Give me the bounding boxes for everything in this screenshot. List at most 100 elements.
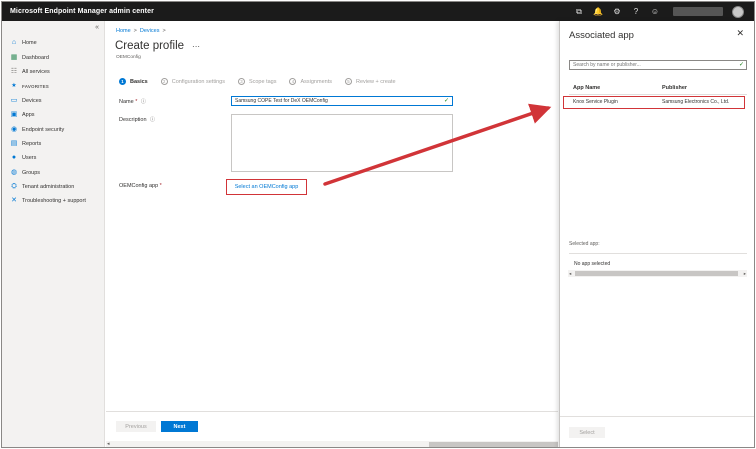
breadcrumb: Home > Devices > xyxy=(116,28,169,34)
top-bar: Microsoft Endpoint Manager admin center … xyxy=(2,2,754,21)
step-number: 4 xyxy=(289,78,297,85)
name-field[interactable] xyxy=(231,96,453,106)
select-button[interactable]: Select xyxy=(569,427,605,438)
endpoint-security-icon: ◉ xyxy=(10,125,18,133)
select-oemconfig-app-link[interactable]: Select an OEMConfig app xyxy=(226,179,307,195)
name-label-text: Name xyxy=(119,99,134,105)
scroll-left-icon[interactable]: ◂ xyxy=(107,441,110,447)
step-basics[interactable]: 1 Basics xyxy=(119,78,148,85)
breadcrumb-home[interactable]: Home xyxy=(116,28,131,34)
home-icon: ⌂ xyxy=(11,39,17,47)
no-app-selected-text: No app selected xyxy=(574,261,611,267)
sidebar: « ⌂ Home ▦ Dashboard ☷ All services ★ FA… xyxy=(2,21,105,447)
search-input[interactable] xyxy=(569,60,747,70)
step-configuration-settings[interactable]: 2 Configuration settings xyxy=(160,78,225,85)
sidebar-item-label: Dashboard xyxy=(22,54,49,61)
description-field[interactable] xyxy=(231,114,453,172)
sidebar-item-dashboard[interactable]: ▦ Dashboard xyxy=(2,50,105,64)
step-label: Configuration settings xyxy=(171,78,225,85)
horizontal-scrollbar[interactable]: ◂ xyxy=(106,441,558,447)
dashboard-icon: ▦ xyxy=(10,53,18,61)
scroll-right-icon[interactable]: ▸ xyxy=(744,270,746,277)
remote-icon[interactable]: ⧉ xyxy=(574,2,584,21)
info-icon[interactable]: ⓘ xyxy=(141,99,146,105)
page-subtitle: OEMConfig xyxy=(116,55,141,60)
sidebar-item-all-services[interactable]: ☷ All services xyxy=(2,65,105,79)
step-number: 2 xyxy=(160,78,168,85)
sidebar-item-label: Users xyxy=(22,155,37,162)
sidebar-item-endpoint-security[interactable]: ◉ Endpoint security xyxy=(2,122,105,136)
sidebar-item-home[interactable]: ⌂ Home xyxy=(2,36,105,50)
sidebar-item-users[interactable]: ● Users xyxy=(2,151,105,165)
step-number: 1 xyxy=(119,78,126,85)
step-number: 3 xyxy=(237,78,245,85)
sidebar-nav: ⌂ Home ▦ Dashboard ☷ All services ★ FAVO… xyxy=(2,36,105,209)
top-bar-icons: ⧉ 🔔 ⚙ ? ☺ xyxy=(574,2,744,21)
app-window: Microsoft Endpoint Manager admin center … xyxy=(1,1,755,448)
reports-icon: ▤ xyxy=(10,139,18,147)
scrollbar-thumb[interactable] xyxy=(575,271,738,276)
troubleshooting-icon: ✕ xyxy=(11,197,17,205)
sidebar-item-apps[interactable]: ▣ Apps xyxy=(2,108,105,122)
wizard-steps: 1 Basics 2 Configuration settings 3 Scop… xyxy=(119,78,409,85)
selected-app-label: Selected app: xyxy=(569,241,600,247)
account-name-redacted[interactable] xyxy=(673,7,723,16)
sidebar-item-label: FAVORITES xyxy=(22,83,49,89)
step-assignments[interactable]: 4 Assignments xyxy=(289,78,332,85)
app-name-cell: Knox Service Plugin xyxy=(573,99,618,105)
column-header-app-name[interactable]: App Name xyxy=(573,85,600,91)
sidebar-item-devices[interactable]: ▭ Devices xyxy=(2,94,105,108)
required-mark: * xyxy=(135,99,138,105)
sidebar-item-label: Devices xyxy=(22,97,42,104)
column-header-publisher[interactable]: Publisher xyxy=(662,85,687,91)
close-icon[interactable]: ✕ xyxy=(736,28,744,39)
sidebar-item-label: Tenant administration xyxy=(22,184,75,191)
sidebar-item-label: Endpoint security xyxy=(22,126,65,133)
valid-check-icon: ✓ xyxy=(444,98,450,104)
oemconfig-label-text: OEMConfig app xyxy=(119,183,159,189)
next-button[interactable]: Next xyxy=(161,421,198,432)
breadcrumb-devices[interactable]: Devices xyxy=(140,28,160,34)
feedback-icon[interactable]: ☺ xyxy=(650,2,660,21)
panel-title: Associated app xyxy=(569,30,634,41)
sidebar-item-label: Home xyxy=(22,40,37,47)
page-title: Create profile ··· xyxy=(115,40,200,52)
all-services-icon: ☷ xyxy=(10,67,18,75)
associated-app-panel: Associated app ✕ ✓ App Name Publisher Kn… xyxy=(559,21,754,447)
sidebar-item-label: All services xyxy=(22,68,50,75)
panel-footer: Select xyxy=(560,416,754,447)
publisher-cell: Samsung Electronics Co., Ltd. xyxy=(662,99,730,105)
sidebar-item-reports[interactable]: ▤ Reports xyxy=(2,137,105,151)
avatar[interactable] xyxy=(732,5,744,18)
name-label: Name * ⓘ xyxy=(119,98,146,105)
groups-icon: ◍ xyxy=(10,168,18,176)
tenant-admin-icon: ⛭ xyxy=(11,183,17,191)
more-options-icon[interactable]: ··· xyxy=(192,42,200,51)
table-row[interactable]: Knox Service Plugin Samsung Electronics … xyxy=(563,96,745,109)
star-icon: ★ xyxy=(11,83,17,90)
sidebar-item-label: Troubleshooting + support xyxy=(22,198,86,205)
collapse-sidebar-icon[interactable]: « xyxy=(95,24,99,31)
step-scope-tags[interactable]: 3 Scope tags xyxy=(237,78,276,85)
gear-icon[interactable]: ⚙ xyxy=(612,2,622,21)
step-review-create[interactable]: 5 Review + create xyxy=(344,78,396,85)
sidebar-item-label: Groups xyxy=(22,169,41,176)
info-icon[interactable]: ⓘ xyxy=(150,117,155,123)
sidebar-item-groups[interactable]: ◍ Groups xyxy=(2,166,105,180)
scroll-left-icon[interactable]: ◂ xyxy=(569,270,571,277)
description-label-text: Description xyxy=(119,117,147,123)
app-title[interactable]: Microsoft Endpoint Manager admin center xyxy=(10,8,154,15)
required-mark: * xyxy=(159,183,162,189)
sidebar-item-troubleshooting[interactable]: ✕ Troubleshooting + support xyxy=(2,194,105,208)
breadcrumb-separator: > xyxy=(162,28,166,34)
users-icon: ● xyxy=(11,154,17,162)
help-icon[interactable]: ? xyxy=(631,2,641,21)
devices-icon: ▭ xyxy=(10,96,18,104)
main-footer: Previous Next ◂ xyxy=(106,411,558,447)
previous-button[interactable]: Previous xyxy=(116,421,156,432)
scrollbar-thumb[interactable] xyxy=(429,442,558,447)
sidebar-item-tenant-administration[interactable]: ⛭ Tenant administration xyxy=(2,180,105,194)
oemconfig-label: OEMConfig app * xyxy=(119,183,162,189)
panel-horizontal-scrollbar[interactable]: ◂ ▸ xyxy=(568,270,747,277)
bell-icon[interactable]: 🔔 xyxy=(593,2,603,21)
